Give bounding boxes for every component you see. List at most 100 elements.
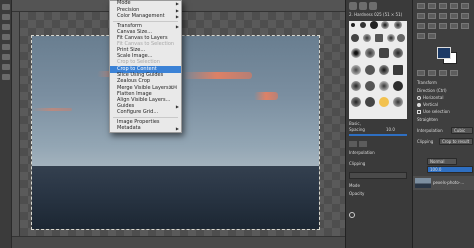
brush-thumb[interactable]: [397, 34, 405, 42]
tool-icon[interactable]: [2, 14, 10, 20]
rotate-icon[interactable]: [428, 13, 436, 19]
image-menu: Mode ▶ Precision ▶ Color Management ▶ Trans…: [109, 0, 182, 133]
ellipse-select-icon[interactable]: [428, 3, 436, 9]
radio-horizontal[interactable]: [417, 96, 421, 100]
menu-item-color-management[interactable]: Color Management ▶: [110, 13, 181, 20]
spacing-slider[interactable]: [349, 134, 407, 136]
brush-thumb[interactable]: [360, 22, 366, 28]
interpolation-label: Interpolation: [349, 150, 375, 155]
clipping-select[interactable]: Crop to result: [439, 138, 473, 145]
brush-thumb[interactable]: [351, 81, 361, 91]
brush-name: 2. Hardness 025 (51 × 51): [349, 12, 403, 17]
brush-thumb[interactable]: [351, 65, 361, 75]
tool-icon[interactable]: [2, 44, 10, 50]
lasso-icon[interactable]: [439, 3, 447, 9]
crop-icon[interactable]: [461, 3, 469, 9]
device-status-icon[interactable]: [359, 141, 367, 147]
chevron-right-icon: ▶: [175, 126, 179, 131]
tool-icon[interactable]: [2, 4, 10, 10]
toolbox-strip: [0, 0, 12, 248]
tool-icon[interactable]: [2, 24, 10, 30]
vertical-label: Vertical: [423, 102, 438, 107]
brush-thumb[interactable]: [393, 65, 403, 75]
menu-item-metadata[interactable]: Metadata ▶: [110, 125, 181, 132]
paintbrush-tool-icon[interactable]: [450, 23, 458, 29]
spacing-value[interactable]: 10.0: [386, 127, 395, 133]
brush-thumb[interactable]: [365, 97, 375, 107]
tool-options-icon[interactable]: [349, 141, 357, 147]
flip-icon[interactable]: [461, 13, 469, 19]
brush-thumb[interactable]: [365, 48, 375, 58]
tool-icon[interactable]: [2, 54, 10, 60]
foreground-color-swatch[interactable]: [437, 47, 451, 59]
shear-icon[interactable]: [450, 13, 458, 19]
images-tab-icon[interactable]: [450, 70, 458, 76]
interpolation-select[interactable]: Cubic: [451, 127, 473, 134]
menu-item-crop-to-selection[interactable]: Crop to Selection: [110, 59, 181, 66]
brush-thumb[interactable]: [379, 48, 389, 58]
brush-thumb[interactable]: [375, 34, 383, 42]
layer-mode-select[interactable]: Normal: [427, 158, 457, 165]
eye-icon[interactable]: [349, 212, 355, 218]
layer-name[interactable]: pexels-photo-...: [433, 180, 473, 186]
layers-panel-tabs[interactable]: [349, 172, 407, 179]
interpolation-label-right: Interpolation: [417, 128, 443, 133]
radio-vertical[interactable]: [417, 103, 421, 107]
brush-thumb[interactable]: [351, 34, 359, 42]
rect-select-icon[interactable]: [417, 3, 425, 9]
layer-row[interactable]: pexels-photo-...: [413, 176, 474, 190]
tool-options-tab-icon[interactable]: [417, 70, 425, 76]
bucket-fill-icon[interactable]: [428, 23, 436, 29]
brush-thumb[interactable]: [393, 81, 403, 91]
opacity-label: Opacity: [349, 191, 365, 196]
left-ruler[interactable]: [12, 12, 20, 248]
gradient-icon[interactable]: [369, 2, 377, 10]
scale-icon[interactable]: [439, 13, 447, 19]
menu-item-mode[interactable]: Mode ▶: [110, 0, 181, 7]
brush-thumb[interactable]: [365, 81, 375, 91]
brush-thumb[interactable]: [379, 81, 389, 91]
image-cloud: [182, 72, 252, 79]
clipping-label: Clipping: [349, 161, 366, 166]
move-icon[interactable]: [417, 13, 425, 19]
brush-thumb[interactable]: [351, 48, 361, 58]
brush-thumb[interactable]: [370, 21, 378, 29]
brush-thumb-selected[interactable]: [379, 97, 389, 107]
use-selection-checkbox[interactable]: [417, 110, 421, 114]
menu-item-configure-grid[interactable]: Configure Grid...: [110, 109, 181, 116]
brush-thumb[interactable]: [351, 97, 361, 107]
brush-thumb[interactable]: [351, 23, 355, 27]
brush-grid[interactable]: [349, 21, 407, 119]
pattern-icon[interactable]: [359, 2, 367, 10]
spacing-label: Spacing: [349, 127, 365, 132]
clipping-label-right: Clipping: [417, 139, 434, 144]
chevron-right-icon: ▶: [175, 14, 179, 19]
straighten-label: Straighten: [417, 117, 438, 122]
brush-thumb[interactable]: [393, 48, 403, 58]
brush-thumb[interactable]: [394, 21, 402, 29]
device-status-tab-icon[interactable]: [428, 70, 436, 76]
tool-icon[interactable]: [2, 74, 10, 80]
text-icon[interactable]: [417, 23, 425, 29]
opacity-slider[interactable]: 100.0: [427, 166, 473, 173]
use-selection-label: Use selection: [423, 109, 450, 114]
menu-item-zealous-crop[interactable]: Zealous Crop: [110, 78, 181, 85]
brush-thumb[interactable]: [381, 21, 389, 29]
clone-icon[interactable]: [417, 33, 425, 39]
pencil-icon[interactable]: [439, 23, 447, 29]
transform-label: Transform: [417, 80, 437, 85]
brushes-dock: 2. Hardness 025 (51 × 51) Basic, Spacing…: [345, 0, 412, 248]
paintbrush-icon[interactable]: [349, 2, 357, 10]
brush-thumb[interactable]: [387, 34, 395, 42]
brush-thumb[interactable]: [393, 97, 403, 107]
fuzzy-select-icon[interactable]: [450, 3, 458, 9]
image-cloud: [32, 108, 72, 111]
eraser-icon[interactable]: [461, 23, 469, 29]
brush-thumb[interactable]: [365, 65, 375, 75]
tool-icon[interactable]: [2, 34, 10, 40]
brush-thumb[interactable]: [363, 34, 371, 42]
smudge-icon[interactable]: [428, 33, 436, 39]
tool-icon[interactable]: [2, 64, 10, 70]
undo-history-tab-icon[interactable]: [439, 70, 447, 76]
brush-thumb[interactable]: [379, 65, 389, 75]
